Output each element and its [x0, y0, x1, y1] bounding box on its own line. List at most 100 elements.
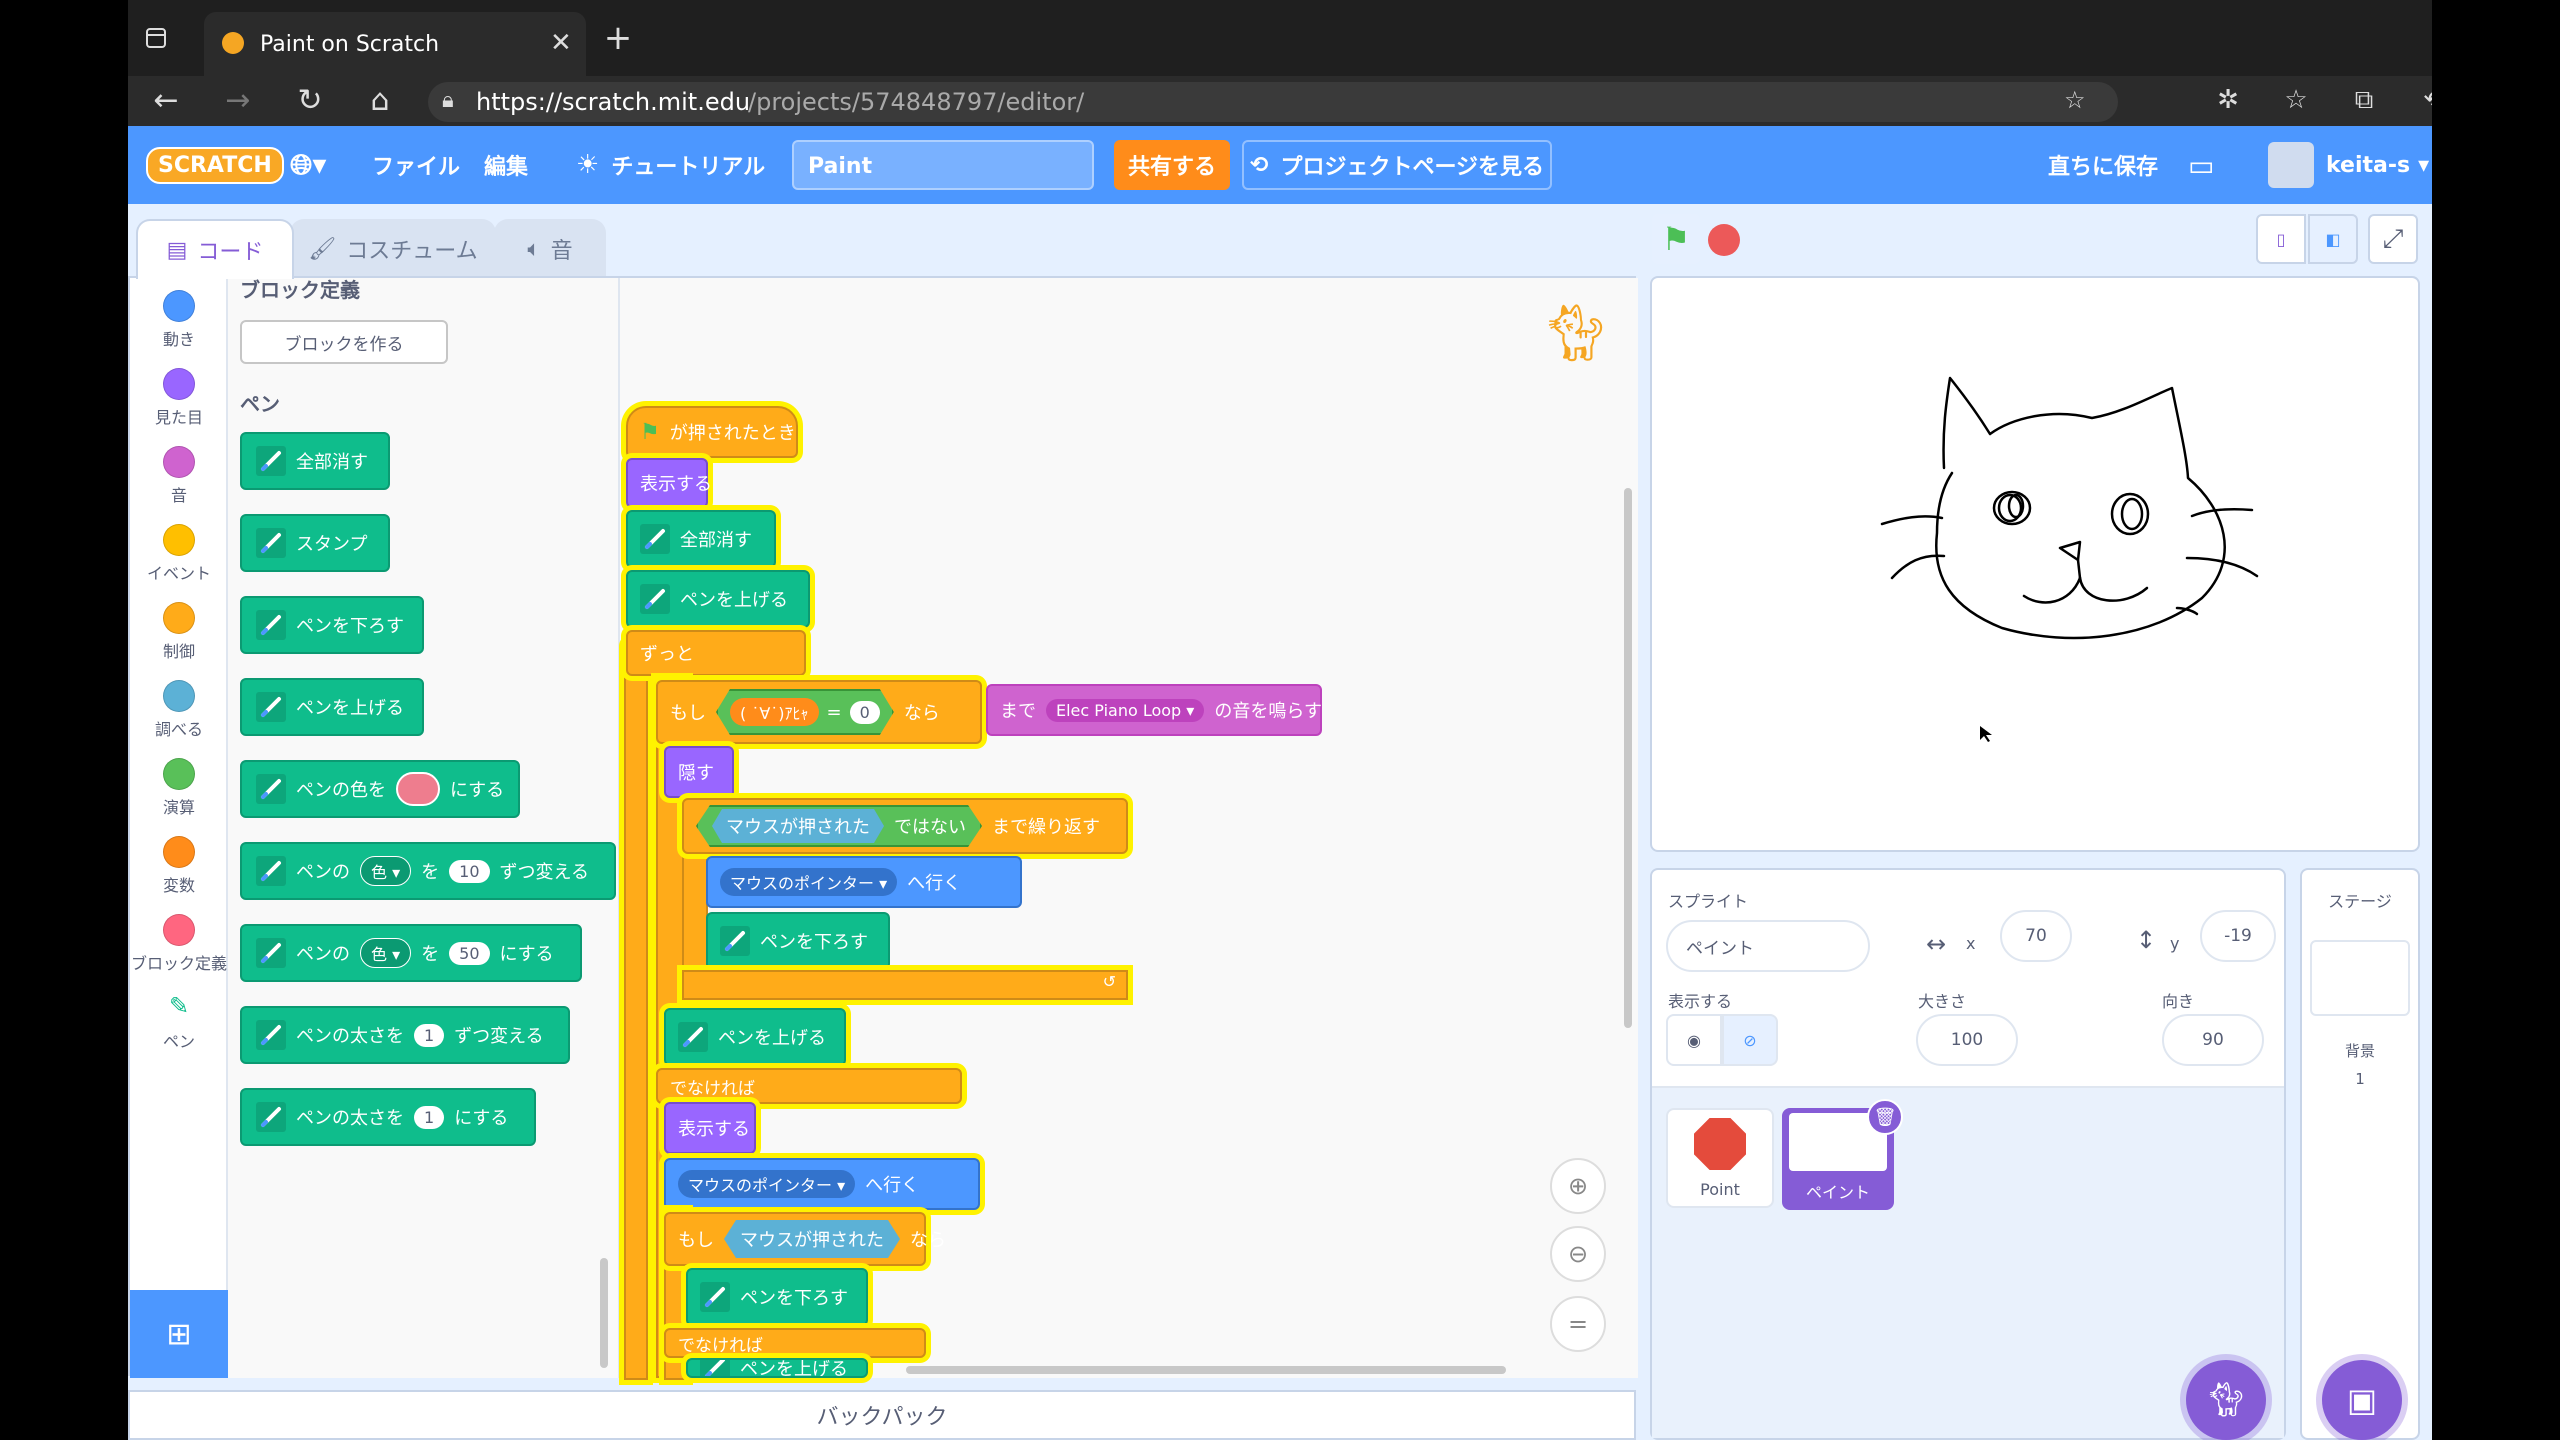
sprite-name-input[interactable]: ペイント: [1666, 920, 1870, 972]
param-dropdown[interactable]: 色 ▾: [360, 856, 412, 886]
number-input[interactable]: 50: [449, 941, 490, 965]
sprite-thumb-point[interactable]: Point: [1666, 1108, 1774, 1208]
sound-dropdown[interactable]: Elec Piano Loop ▾: [1046, 698, 1205, 722]
if-else-block[interactable]: もし ( ˙∀˙)ｱﾋｬ = 0 なら: [656, 680, 982, 744]
show-block[interactable]: 表示する: [626, 458, 712, 508]
pen-down-block-2[interactable]: ペンを下ろす: [686, 1268, 868, 1326]
stage-canvas[interactable]: [1650, 276, 2420, 852]
hide-block[interactable]: 隠す: [664, 746, 734, 798]
zoom-in-icon[interactable]: ⊕: [1550, 1158, 1606, 1214]
palette-pen-down-block[interactable]: ペンを下ろす: [240, 596, 424, 654]
palette-set-pen-param-block[interactable]: ペンの色 ▾ を 50 にする: [240, 924, 582, 982]
category-item[interactable]: 見た目: [130, 368, 228, 428]
language-globe-icon[interactable]: 🌐︎▾: [290, 126, 326, 204]
stop-icon[interactable]: [1708, 224, 1740, 256]
equals-operator[interactable]: ( ˙∀˙)ｱﾋｬ = 0: [716, 689, 894, 735]
backpack[interactable]: バックパック: [128, 1390, 1636, 1440]
play-sound-until-done-block[interactable]: まで Elec Piano Loop ▾ の音を鳴らす: [986, 684, 1322, 736]
goto-target-dropdown[interactable]: マウスのポインター ▾: [720, 868, 898, 896]
zoom-out-icon[interactable]: ⊖: [1550, 1226, 1606, 1282]
clear-block[interactable]: 全部消す: [626, 510, 776, 568]
mouse-down-sensing[interactable]: マウスが押された: [712, 809, 884, 843]
x-input[interactable]: 70: [2000, 910, 2072, 962]
see-project-page-button[interactable]: ⟲ プロジェクトページを見る: [1242, 140, 1552, 190]
project-title-input[interactable]: Paint: [792, 140, 1094, 190]
extensions-icon[interactable]: ✲: [2208, 80, 2248, 120]
mouse-down-sensing[interactable]: マウスが押された: [724, 1220, 900, 1258]
tutorials-button[interactable]: ☀︎ チュートリアル: [576, 126, 765, 204]
number-input[interactable]: 1: [414, 1105, 445, 1129]
green-flag-button[interactable]: ⚑: [1652, 214, 1700, 264]
fullscreen-icon[interactable]: ⤢: [2368, 214, 2418, 264]
size-input[interactable]: 100: [1916, 1014, 2018, 1066]
stage-thumbnail[interactable]: [2310, 940, 2410, 1016]
category-item[interactable]: ブロック定義: [130, 914, 228, 974]
history-icon[interactable]: ⟲: [2414, 80, 2432, 120]
not-operator[interactable]: マウスが押された ではない: [696, 805, 982, 847]
sprite-thumb-paint-selected[interactable]: ペイント 🗑︎: [1782, 1099, 1903, 1210]
home-icon[interactable]: ⌂: [360, 80, 400, 120]
go-to-mouse-block-2[interactable]: マウスのポインター ▾ へ行く: [664, 1158, 980, 1210]
make-block-button[interactable]: ブロックを作る: [240, 320, 448, 364]
number-input[interactable]: 0: [850, 701, 880, 724]
number-input[interactable]: 1: [414, 1023, 445, 1047]
scratch-logo[interactable]: SCRATCH: [146, 126, 284, 204]
workspace-vertical-scrollbar[interactable]: [1624, 488, 1632, 1028]
browser-tab[interactable]: Paint on Scratch ✕: [204, 12, 586, 76]
save-now-button[interactable]: 直ちに保存: [2048, 126, 2158, 204]
show-sprite-eye-icon[interactable]: ◉: [1666, 1014, 1722, 1066]
param-dropdown[interactable]: 色 ▾: [360, 938, 412, 968]
category-item[interactable]: 変数: [130, 836, 228, 896]
show-block-2[interactable]: 表示する: [664, 1102, 756, 1154]
direction-input[interactable]: 90: [2162, 1014, 2264, 1066]
palette-set-pen-size-block[interactable]: ペンの太さを 1 にする: [240, 1088, 536, 1146]
reload-icon[interactable]: ↻: [290, 80, 330, 120]
y-input[interactable]: -19: [2200, 910, 2276, 962]
hide-sprite-eye-icon[interactable]: ⊘: [1722, 1014, 1778, 1066]
pen-up-block-3[interactable]: ペンを上げる: [686, 1358, 868, 1378]
when-flag-clicked-block[interactable]: ⚑ が押されたとき: [626, 406, 798, 458]
palette-pen-up-block[interactable]: ペンを上げる: [240, 678, 424, 736]
go-to-mouse-block[interactable]: マウスのポインター ▾ へ行く: [706, 856, 1022, 908]
file-menu[interactable]: ファイル: [372, 126, 460, 204]
category-item[interactable]: 動き: [130, 290, 228, 350]
category-item[interactable]: 演算: [130, 758, 228, 818]
category-item[interactable]: 調べる: [130, 680, 228, 740]
add-extension-button[interactable]: ⊞: [130, 1290, 228, 1378]
palette-clear-block[interactable]: 全部消す: [240, 432, 390, 490]
account-menu[interactable]: keita-s ▾: [2268, 126, 2429, 204]
url-bar[interactable]: 🔒︎ https://scratch.mit.edu /projects/574…: [428, 82, 2118, 122]
variable-reporter[interactable]: ( ˙∀˙)ｱﾋｬ: [730, 698, 819, 726]
choose-sprite-cat-icon[interactable]: 🐈︎: [2186, 1360, 2266, 1440]
zoom-reset-icon[interactable]: =: [1550, 1296, 1606, 1352]
delete-sprite-trash-icon[interactable]: 🗑︎: [1867, 1099, 1903, 1135]
close-tab-icon[interactable]: ✕: [550, 28, 572, 58]
small-stage-icon[interactable]: ▯: [2256, 214, 2306, 264]
choose-backdrop-icon[interactable]: ▣: [2322, 1360, 2402, 1440]
palette-change-pen-param-block[interactable]: ペンの色 ▾ を 10 ずつ変える: [240, 842, 616, 900]
palette-change-pen-size-block[interactable]: ペンの太さを 1 ずつ変える: [240, 1006, 570, 1064]
pen-color-swatch[interactable]: [396, 772, 440, 806]
tab-sounds[interactable]: 🔈︎ 音: [494, 219, 606, 279]
category-item[interactable]: 音: [130, 446, 228, 506]
palette-set-pen-color-block[interactable]: ペンの色を にする: [240, 760, 520, 818]
pen-down-block[interactable]: ペンを下ろす: [706, 912, 890, 970]
edit-menu[interactable]: 編集: [484, 126, 528, 204]
favorites-icon[interactable]: ☆: [2276, 80, 2316, 120]
share-button[interactable]: 共有する: [1114, 140, 1230, 190]
tab-code[interactable]: ▤ コード: [136, 219, 294, 279]
category-item[interactable]: ✎ ペン: [130, 992, 228, 1052]
tab-costumes[interactable]: 🖌︎ コスチューム: [290, 219, 496, 279]
forward-icon[interactable]: →: [218, 80, 258, 120]
forever-block[interactable]: ずっと: [626, 630, 806, 676]
palette-scrollbar[interactable]: [600, 1258, 608, 1368]
collections-icon[interactable]: ⧉: [2344, 80, 2384, 120]
category-item[interactable]: イベント: [130, 524, 228, 584]
tab-actions-icon[interactable]: [134, 18, 178, 58]
large-stage-icon[interactable]: ◧: [2308, 214, 2358, 264]
repeat-until-block[interactable]: マウスが押された ではない まで繰り返す: [682, 798, 1128, 854]
pen-up-block[interactable]: ペンを上げる: [626, 570, 810, 628]
new-tab-icon[interactable]: +: [598, 18, 638, 58]
palette-stamp-block[interactable]: スタンプ: [240, 514, 390, 572]
workspace-horizontal-scrollbar[interactable]: [906, 1366, 1506, 1374]
